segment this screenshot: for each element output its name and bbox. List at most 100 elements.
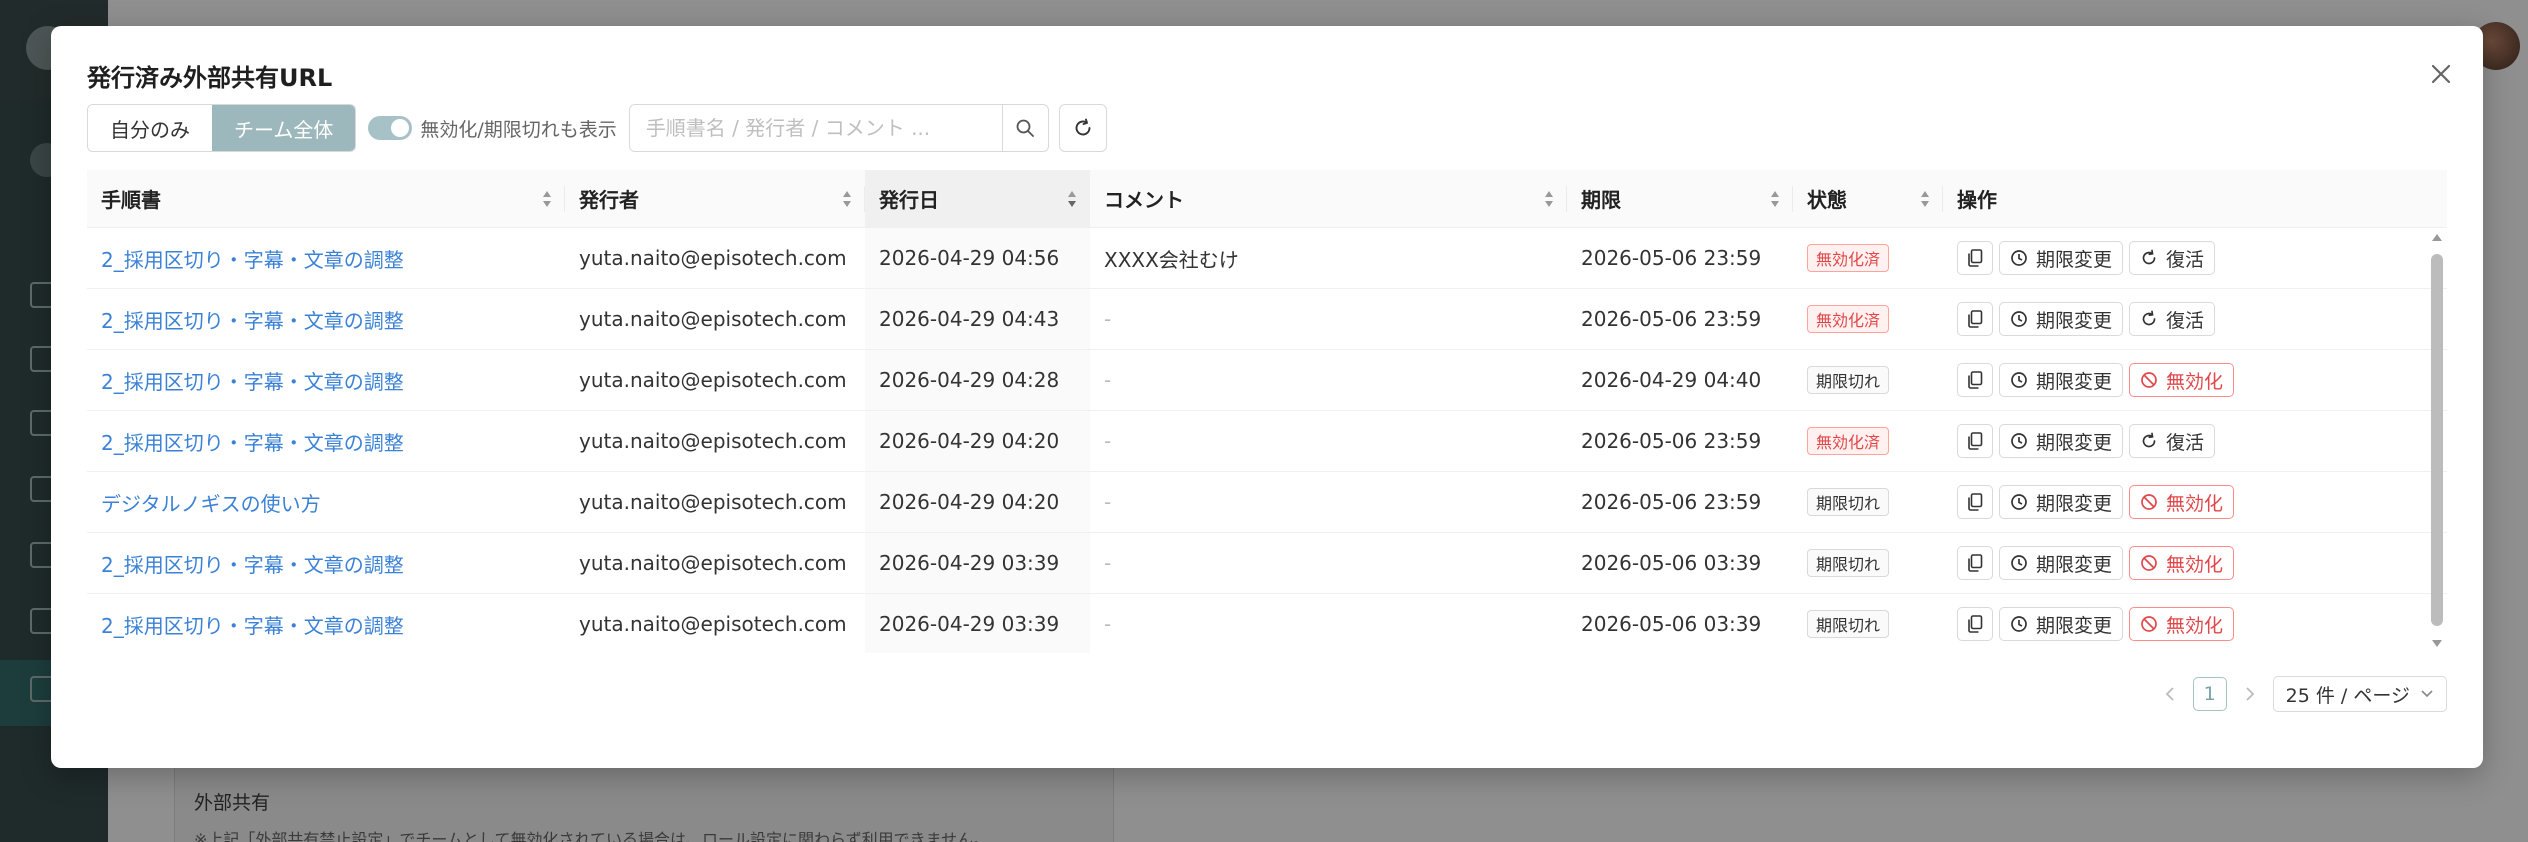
cell-status: 無効化済: [1793, 228, 1943, 288]
doc-link[interactable]: 2_採用区切り・字幕・文章の調整: [101, 305, 404, 334]
column-header-status[interactable]: 状態: [1793, 170, 1943, 227]
restore-button[interactable]: 復活: [2129, 302, 2216, 336]
change-expiry-button[interactable]: 期限変更: [1999, 241, 2124, 275]
search-input[interactable]: [629, 105, 1002, 151]
change-expiry-button[interactable]: 期限変更: [1999, 546, 2124, 580]
page-size-select[interactable]: 25 件 / ページ: [2272, 676, 2447, 712]
change-expiry-button[interactable]: 期限変更: [1999, 363, 2124, 397]
cell-actions: 期限変更 無効化: [1943, 533, 2427, 593]
cell-doc: 2_採用区切り・字幕・文章の調整: [87, 289, 565, 349]
doc-link[interactable]: 2_採用区切り・字幕・文章の調整: [101, 366, 404, 395]
scope-segmented-control: 自分のみ チーム全体: [87, 104, 357, 152]
doc-link[interactable]: 2_採用区切り・字幕・文章の調整: [101, 427, 404, 456]
change-expiry-button[interactable]: 期限変更: [1999, 424, 2124, 458]
change-expiry-button[interactable]: 期限変更: [1999, 607, 2124, 641]
disable-button[interactable]: 無効化: [2129, 363, 2235, 397]
scrollbar-thumb[interactable]: [2431, 254, 2443, 626]
copy-url-button[interactable]: [1957, 363, 1993, 397]
refresh-button[interactable]: [1058, 104, 1107, 152]
cell-issued: 2026-04-29 03:39: [865, 533, 1090, 593]
show-inactive-toggle[interactable]: [368, 116, 413, 140]
cell-doc: 2_採用区切り・字幕・文章の調整: [87, 411, 565, 471]
cell-expires: 2026-05-06 03:39: [1581, 551, 1762, 575]
status-badge: 期限切れ: [1807, 488, 1890, 516]
column-header-actions: 操作: [1957, 188, 1997, 212]
status-badge: 無効化済: [1807, 305, 1890, 333]
search-button[interactable]: [1001, 105, 1048, 151]
cell-issued: 2026-04-29 04:20: [865, 411, 1090, 471]
table-scrollbar[interactable]: [2427, 228, 2447, 653]
close-icon: [2431, 64, 2451, 84]
column-header-doc[interactable]: 手順書: [87, 170, 565, 227]
restore-icon: [2142, 432, 2156, 448]
page-size-value: 25 件 / ページ: [2285, 684, 2410, 707]
column-header-issuer[interactable]: 発行者: [565, 170, 865, 227]
scope-team-button[interactable]: チーム全体: [212, 105, 356, 151]
column-header-expires[interactable]: 期限: [1567, 170, 1793, 227]
table-body: 2_採用区切り・字幕・文章の調整 yuta.naito@episotech.com…: [87, 228, 2447, 653]
copy-icon: [1968, 371, 1983, 389]
cell-status: 無効化済: [1793, 411, 1943, 471]
doc-link[interactable]: 2_採用区切り・字幕・文章の調整: [101, 244, 404, 273]
change-expiry-button[interactable]: 期限変更: [1999, 485, 2124, 519]
doc-link[interactable]: 2_採用区切り・字幕・文章の調整: [101, 610, 404, 639]
cell-status: 無効化済: [1793, 289, 1943, 349]
doc-link[interactable]: デジタルノギスの使い方: [101, 488, 321, 517]
cell-comment: -: [1104, 368, 1112, 392]
block-icon: [2141, 494, 2157, 510]
table-row: 2_採用区切り・字幕・文章の調整 yuta.naito@episotech.com…: [87, 350, 2447, 411]
disable-button[interactable]: 無効化: [2129, 607, 2235, 641]
page-number-current[interactable]: 1: [2192, 677, 2227, 711]
clock-icon: [2011, 372, 2027, 388]
cell-doc: 2_採用区切り・字幕・文章の調整: [87, 228, 565, 288]
cell-issued: 2026-04-29 04:43: [865, 289, 1090, 349]
cell-comment: -: [1104, 490, 1112, 514]
status-badge: 無効化済: [1807, 427, 1890, 455]
copy-icon: [1968, 493, 1983, 511]
status-badge: 無効化済: [1807, 244, 1890, 272]
change-expiry-button[interactable]: 期限変更: [1999, 302, 2124, 336]
doc-link[interactable]: 2_採用区切り・字幕・文章の調整: [101, 549, 404, 578]
restore-button[interactable]: 復活: [2129, 424, 2216, 458]
cell-issuer: yuta.naito@episotech.com: [579, 490, 847, 514]
cell-status: 期限切れ: [1793, 472, 1943, 532]
sort-icon: [843, 191, 851, 207]
scope-mine-button[interactable]: 自分のみ: [88, 105, 212, 151]
copy-url-button[interactable]: [1957, 607, 1993, 641]
copy-url-button[interactable]: [1957, 302, 1993, 336]
copy-url-button[interactable]: [1957, 485, 1993, 519]
cell-expires: 2026-05-06 23:59: [1581, 429, 1762, 453]
cell-actions: 期限変更 復活: [1943, 228, 2427, 288]
restore-button[interactable]: 復活: [2129, 241, 2216, 275]
table-row: 2_採用区切り・字幕・文章の調整 yuta.naito@episotech.com…: [87, 533, 2447, 594]
background-section-title: 外部共有: [194, 792, 271, 814]
prev-page-button[interactable]: [2157, 677, 2183, 711]
clock-icon: [2011, 616, 2027, 632]
show-inactive-label: 無効化/期限切れも表示: [420, 118, 617, 141]
chevron-down-icon: [2421, 690, 2433, 698]
search-box: [628, 104, 1049, 152]
copy-icon: [1968, 615, 1983, 633]
show-inactive-toggle-wrap: 無効化/期限切れも表示: [368, 115, 617, 142]
copy-url-button[interactable]: [1957, 241, 1993, 275]
chevron-right-icon: [2246, 687, 2254, 701]
disable-button[interactable]: 無効化: [2129, 546, 2235, 580]
background-section-note: ※上記「外部共有禁止設定」でチームとして無効化されている場合は、ロール設定に関わ…: [194, 830, 990, 842]
disable-button[interactable]: 無効化: [2129, 485, 2235, 519]
close-button[interactable]: [2427, 60, 2455, 88]
block-icon: [2141, 372, 2157, 388]
cell-issued: 2026-04-29 04:20: [865, 472, 1090, 532]
modal-title: 発行済み外部共有URL: [87, 64, 333, 92]
column-header-issued[interactable]: 発行日: [865, 170, 1090, 227]
restore-icon: [2142, 310, 2156, 326]
sort-icon: [1068, 191, 1076, 207]
copy-icon: [1968, 249, 1983, 267]
next-page-button[interactable]: [2237, 677, 2263, 711]
copy-url-button[interactable]: [1957, 546, 1993, 580]
table-row: 2_採用区切り・字幕・文章の調整 yuta.naito@episotech.com…: [87, 228, 2447, 289]
cell-expires: 2026-05-06 23:59: [1581, 490, 1762, 514]
cell-status: 期限切れ: [1793, 594, 1943, 653]
column-header-comment[interactable]: コメント: [1090, 170, 1567, 227]
copy-url-button[interactable]: [1957, 424, 1993, 458]
refresh-icon: [1075, 118, 1091, 136]
